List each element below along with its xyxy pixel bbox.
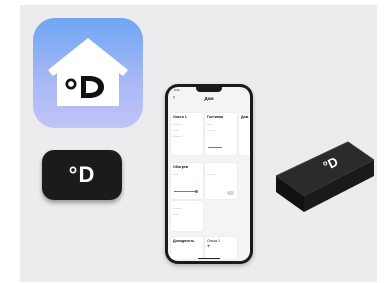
device-card-title: Обогрев xyxy=(173,165,189,169)
device-card-detail: — — xyxy=(207,123,213,126)
device-card-detail: — — xyxy=(173,213,179,216)
phone-mockup: 9:41 ‹ Дом Ольга 1 — — — — — — — — Гости… xyxy=(165,84,253,264)
level-slider[interactable] xyxy=(174,191,196,192)
device-card-title: Доходность xyxy=(173,239,195,243)
device-card-detail: — — — xyxy=(173,123,182,126)
device-card-detail: — — — xyxy=(207,173,216,176)
device-card[interactable]: — — — — — xyxy=(171,201,203,231)
device-card-detail: — — — xyxy=(173,207,182,210)
status-time: 9:41 xyxy=(174,88,180,92)
device-card-title: Ольга 1 xyxy=(207,239,220,243)
device-card[interactable]: Гостиная — — — — — xyxy=(205,113,237,155)
device-card-detail: — — xyxy=(173,129,179,132)
toggle-switch-icon[interactable] xyxy=(227,191,234,195)
device-card-title: Гостиная xyxy=(207,115,224,119)
device-card[interactable]: — — — xyxy=(205,163,237,199)
house-logo-icon xyxy=(48,38,128,106)
device-card[interactable]: Обогрев — — xyxy=(171,163,203,199)
level-slider[interactable] xyxy=(208,147,222,148)
slider-knob[interactable] xyxy=(195,190,198,193)
device-card-detail: — — — xyxy=(173,135,182,138)
device-card-title: Ольга 1 xyxy=(173,115,187,119)
device-logo: °D xyxy=(68,162,96,187)
device-card[interactable]: Дом xyxy=(239,113,250,155)
device-card[interactable]: Ольга 1 + xyxy=(205,237,237,259)
app-screen: 9:41 ‹ Дом Ольга 1 — — — — — — — — Гости… xyxy=(168,87,250,261)
home-indicator xyxy=(198,257,220,259)
device-card-title: Дом xyxy=(241,115,249,119)
sensor-tag-device: °D xyxy=(42,150,122,200)
gateway-box-device: °D xyxy=(270,130,380,225)
device-card[interactable]: Доходность xyxy=(171,237,203,259)
device-card-detail: — — xyxy=(173,173,179,176)
screen-title: Дом xyxy=(204,96,214,101)
device-card[interactable]: Ольга 1 — — — — — — — — xyxy=(171,113,203,155)
app-icon xyxy=(33,18,143,128)
device-card-detail: — — — xyxy=(207,129,216,132)
phone-notch xyxy=(196,87,222,92)
add-icon[interactable]: + xyxy=(207,244,211,250)
